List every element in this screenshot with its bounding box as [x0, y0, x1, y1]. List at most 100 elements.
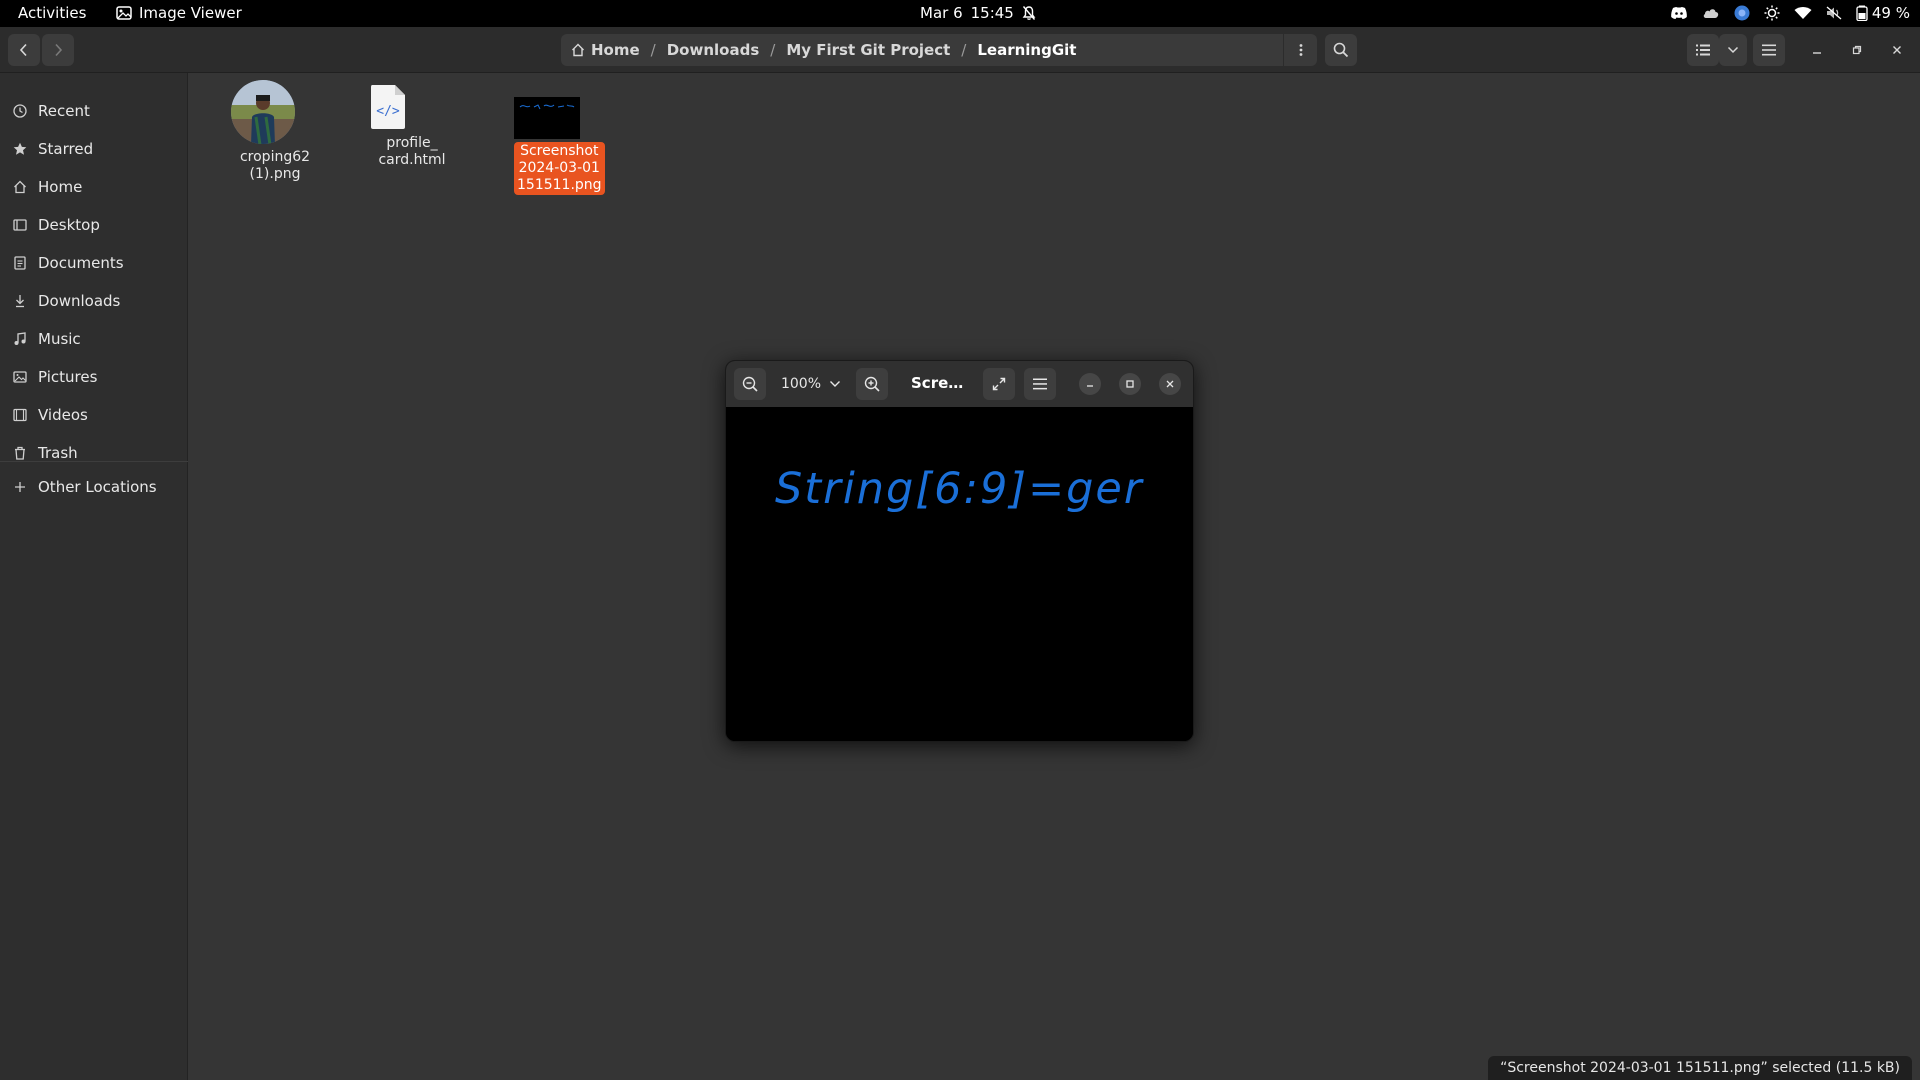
- files-headerbar: Home / Downloads / My First Git Project …: [0, 27, 1920, 73]
- image-viewer-icon: [116, 6, 132, 20]
- fullscreen-icon: [992, 377, 1006, 391]
- app-menu[interactable]: Image Viewer: [116, 4, 242, 22]
- forward-button[interactable]: [42, 34, 74, 66]
- sidebar-item-label: Starred: [38, 140, 94, 158]
- hamburger-menu-icon: [1762, 44, 1776, 56]
- clock-time: 15:45: [970, 4, 1014, 22]
- sidebar-item-label: Other Locations: [38, 478, 157, 496]
- file-item[interactable]: </> profile_ card.html: [367, 83, 457, 170]
- close-button[interactable]: [1886, 39, 1908, 61]
- chevron-right-icon: [52, 43, 64, 57]
- back-button[interactable]: [8, 34, 40, 66]
- main-menu-button[interactable]: [1753, 34, 1785, 66]
- file-item-selected[interactable]: Screenshot 2024-03-01 151511.png: [514, 97, 605, 195]
- video-icon: [12, 407, 28, 423]
- sidebar-item-downloads[interactable]: Downloads: [12, 289, 120, 313]
- breadcrumb-home[interactable]: Home: [571, 41, 640, 59]
- clock-icon: [12, 103, 28, 119]
- sidebar-item-starred[interactable]: Starred: [12, 137, 93, 161]
- sidebar-item-home[interactable]: Home: [12, 175, 82, 199]
- star-icon: [12, 141, 28, 157]
- file-name: croping62 (1).png: [239, 149, 311, 182]
- close-icon: [1892, 45, 1902, 55]
- screenshot-thumbnail: [514, 97, 604, 139]
- sidebar-item-recent[interactable]: Recent: [12, 99, 90, 123]
- download-icon: [12, 293, 28, 309]
- sidebar-item-label: Trash: [38, 444, 78, 462]
- maximize-icon: [1125, 379, 1135, 389]
- fullscreen-button[interactable]: [983, 368, 1015, 400]
- minimize-icon: [1085, 379, 1095, 389]
- breadcrumb-current[interactable]: LearningGit: [977, 41, 1076, 59]
- chevron-down-icon: [829, 380, 841, 388]
- zoom-level-dropdown[interactable]: 100%: [770, 368, 852, 400]
- zoom-in-icon: [864, 376, 880, 392]
- search-icon: [1333, 42, 1349, 58]
- html-file-icon: </>: [367, 83, 457, 131]
- sidebar-divider: [0, 461, 188, 462]
- clock[interactable]: Mar 6 15:45: [920, 4, 1036, 22]
- minimize-icon: [1812, 45, 1822, 55]
- restore-button[interactable]: [1846, 39, 1868, 61]
- cloud-icon[interactable]: [1702, 7, 1720, 19]
- picture-icon: [12, 369, 28, 385]
- viewer-image[interactable]: String[6:9]=ger: [726, 407, 1193, 741]
- battery-icon: [1856, 5, 1868, 21]
- path-menu-button[interactable]: [1283, 34, 1317, 66]
- viewer-close-button[interactable]: [1159, 373, 1181, 395]
- sidebar-item-documents[interactable]: Documents: [12, 251, 124, 275]
- viewer-headerbar: 100% Scre…: [726, 361, 1193, 407]
- breadcrumb-downloads[interactable]: Downloads: [667, 41, 760, 59]
- sidebar-item-label: Music: [38, 330, 81, 348]
- svg-text:</>: </>: [376, 104, 400, 119]
- battery-indicator[interactable]: 49 %: [1856, 4, 1910, 22]
- brightness-icon[interactable]: [1764, 5, 1780, 21]
- close-icon: [1165, 379, 1175, 389]
- discord-icon[interactable]: [1670, 6, 1688, 20]
- viewer-menu-button[interactable]: [1024, 368, 1056, 400]
- zoom-out-button[interactable]: [734, 368, 766, 400]
- path-separator: /: [961, 41, 967, 59]
- system-tray: 49 %: [1670, 4, 1910, 22]
- path-bar: Home / Downloads / My First Git Project …: [561, 34, 1317, 66]
- vertical-dots-icon: [1299, 43, 1303, 57]
- trash-icon: [12, 445, 28, 461]
- zoom-in-button[interactable]: [856, 368, 888, 400]
- viewer-minimize-button[interactable]: [1079, 373, 1101, 395]
- file-item[interactable]: croping62 (1).png: [230, 79, 320, 184]
- top-bar: Activities Image Viewer Mar 6 15:45 49 %: [0, 0, 1920, 27]
- home-icon: [571, 43, 585, 57]
- sidebar-item-label: Downloads: [38, 292, 121, 310]
- chevron-down-icon: [1727, 46, 1739, 54]
- path-separator: /: [770, 41, 776, 59]
- viewer-title: Scre…: [911, 374, 964, 392]
- battery-percent: 49 %: [1871, 4, 1910, 22]
- home-icon: [12, 179, 28, 195]
- search-button[interactable]: [1325, 34, 1357, 66]
- sidebar-item-label: Desktop: [38, 216, 100, 234]
- app-name: Image Viewer: [139, 4, 242, 22]
- activities-button[interactable]: Activities: [18, 4, 86, 22]
- list-view-icon: [1696, 44, 1710, 56]
- sidebar-item-other-locations[interactable]: Other Locations: [12, 475, 157, 499]
- music-icon: [12, 331, 28, 347]
- view-options-dropdown[interactable]: [1719, 34, 1747, 66]
- sidebar-item-label: Home: [38, 178, 83, 196]
- image-viewer-window: 100% Scre… String[6:9]=ger: [725, 360, 1194, 742]
- desktop-icon: [12, 217, 28, 233]
- sidebar-item-videos[interactable]: Videos: [12, 403, 88, 427]
- browser-icon[interactable]: [1734, 5, 1750, 21]
- volume-muted-icon[interactable]: [1826, 6, 1842, 20]
- breadcrumb-project[interactable]: My First Git Project: [786, 41, 950, 59]
- list-view-button[interactable]: [1687, 34, 1719, 66]
- wifi-icon[interactable]: [1794, 6, 1812, 20]
- image-thumbnail: [230, 79, 320, 145]
- sidebar-item-desktop[interactable]: Desktop: [12, 213, 100, 237]
- restore-icon: [1852, 45, 1862, 55]
- selection-status: “Screenshot 2024-03-01 151511.png” selec…: [1488, 1056, 1912, 1080]
- sidebar-item-music[interactable]: Music: [12, 327, 81, 351]
- plus-icon: [12, 479, 28, 495]
- viewer-maximize-button[interactable]: [1119, 373, 1141, 395]
- minimize-button[interactable]: [1806, 39, 1828, 61]
- sidebar-item-pictures[interactable]: Pictures: [12, 365, 97, 389]
